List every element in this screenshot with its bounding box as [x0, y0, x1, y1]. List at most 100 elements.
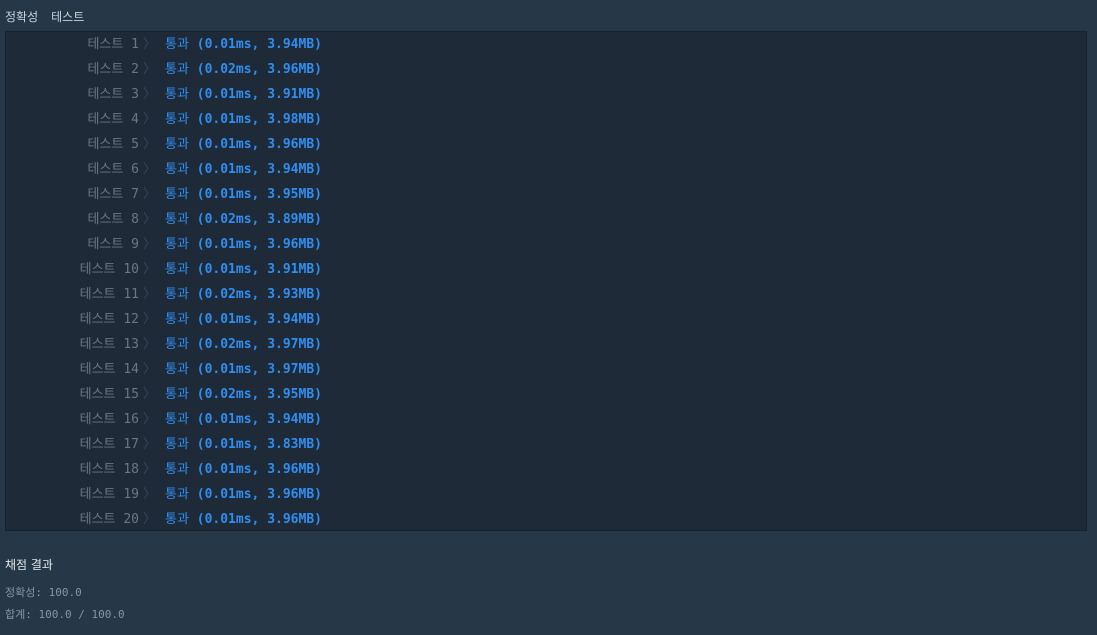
- total-label: 합계: [5, 608, 26, 621]
- paren-open: (: [188, 362, 205, 377]
- test-time: 0.01ms: [204, 412, 252, 427]
- test-time: 0.02ms: [204, 212, 252, 227]
- test-result: 통과 (0.01ms, 3.94MB): [165, 307, 322, 332]
- test-memory: 3.95MB: [267, 187, 315, 202]
- test-label: 테스트 5: [87, 137, 139, 152]
- paren-open: (: [188, 62, 205, 77]
- paren-close: ): [314, 37, 322, 52]
- test-result-row: 테스트 14 〉 통과 (0.01ms, 3.97MB): [6, 357, 1086, 382]
- accuracy-value: 100.0: [48, 586, 82, 599]
- test-result-row: 테스트 18 〉 통과 (0.01ms, 3.96MB): [6, 457, 1086, 482]
- test-label: 테스트 18: [79, 462, 139, 477]
- test-result: 통과 (0.01ms, 3.94MB): [165, 157, 322, 182]
- test-memory: 3.95MB: [267, 387, 315, 402]
- paren-open: (: [188, 462, 205, 477]
- test-memory: 3.97MB: [267, 362, 315, 377]
- chevron-right-icon: 〉: [143, 262, 157, 277]
- test-result: 통과 (0.01ms, 3.91MB): [165, 82, 322, 107]
- comma: ,: [251, 337, 268, 352]
- test-memory: 3.89MB: [267, 212, 315, 227]
- test-memory: 3.94MB: [267, 37, 315, 52]
- test-time: 0.01ms: [204, 487, 252, 502]
- test-memory: 3.96MB: [267, 462, 315, 477]
- chevron-right-icon: 〉: [143, 362, 157, 377]
- chevron-right-icon: 〉: [143, 487, 157, 502]
- comma: ,: [251, 387, 268, 402]
- test-label: 테스트 1: [87, 37, 139, 52]
- test-result-row: 테스트 12 〉 통과 (0.01ms, 3.94MB): [6, 307, 1086, 332]
- comma: ,: [251, 187, 268, 202]
- chevron-right-icon: 〉: [143, 437, 157, 452]
- test-time: 0.01ms: [204, 437, 252, 452]
- test-label: 테스트 11: [79, 287, 139, 302]
- pass-status: 통과: [165, 312, 189, 327]
- paren-open: (: [188, 162, 205, 177]
- test-result: 통과 (0.02ms, 3.97MB): [165, 332, 322, 357]
- pass-status: 통과: [165, 212, 189, 227]
- test-label: 테스트 2: [87, 62, 139, 77]
- paren-close: ): [314, 337, 322, 352]
- test-memory: 3.96MB: [267, 512, 315, 527]
- pass-status: 통과: [165, 62, 189, 77]
- paren-open: (: [188, 212, 205, 227]
- test-memory: 3.97MB: [267, 337, 315, 352]
- test-label: 테스트 6: [87, 162, 139, 177]
- chevron-right-icon: 〉: [143, 312, 157, 327]
- test-time: 0.02ms: [204, 62, 252, 77]
- comma: ,: [251, 437, 268, 452]
- test-time: 0.01ms: [204, 462, 252, 477]
- paren-open: (: [188, 287, 205, 302]
- test-time: 0.01ms: [204, 137, 252, 152]
- chevron-right-icon: 〉: [143, 62, 157, 77]
- test-label: 테스트 17: [79, 437, 139, 452]
- test-result: 통과 (0.01ms, 3.94MB): [165, 32, 322, 57]
- chevron-right-icon: 〉: [143, 162, 157, 177]
- test-result: 통과 (0.01ms, 3.94MB): [165, 407, 322, 432]
- test-label: 테스트 3: [87, 87, 139, 102]
- accuracy-label: 정확성: [5, 586, 36, 599]
- test-result: 통과 (0.01ms, 3.96MB): [165, 132, 322, 157]
- comma: ,: [251, 237, 268, 252]
- paren-close: ): [314, 212, 322, 227]
- comma: ,: [251, 112, 268, 127]
- test-memory: 3.91MB: [267, 87, 315, 102]
- test-label: 테스트 13: [79, 337, 139, 352]
- test-time: 0.01ms: [204, 162, 252, 177]
- test-result: 통과 (0.01ms, 3.98MB): [165, 107, 322, 132]
- test-time: 0.01ms: [204, 237, 252, 252]
- pass-status: 통과: [165, 262, 189, 277]
- paren-open: (: [188, 112, 205, 127]
- paren-close: ): [314, 312, 322, 327]
- comma: ,: [251, 87, 268, 102]
- paren-close: ): [314, 262, 322, 277]
- tab-accuracy[interactable]: 정확성: [5, 10, 38, 24]
- test-memory: 3.98MB: [267, 112, 315, 127]
- paren-close: ): [314, 287, 322, 302]
- test-result-row: 테스트 9 〉 통과 (0.01ms, 3.96MB): [6, 232, 1086, 257]
- test-memory: 3.93MB: [267, 287, 315, 302]
- test-result-row: 테스트 11 〉 통과 (0.02ms, 3.93MB): [6, 282, 1086, 307]
- total-value: 100.0 / 100.0: [38, 608, 125, 621]
- paren-open: (: [188, 337, 205, 352]
- comma: ,: [251, 37, 268, 52]
- test-results-panel: 테스트 1 〉 통과 (0.01ms, 3.94MB) 테스트 2 〉 통과 (0.02m…: [5, 31, 1087, 531]
- total-colon: :: [25, 608, 39, 621]
- pass-status: 통과: [165, 112, 189, 127]
- test-label: 테스트 10: [79, 262, 139, 277]
- paren-open: (: [188, 512, 205, 527]
- paren-close: ): [314, 87, 322, 102]
- accuracy-colon: :: [35, 586, 49, 599]
- test-result-row: 테스트 16 〉 통과 (0.01ms, 3.94MB): [6, 407, 1086, 432]
- chevron-right-icon: 〉: [143, 412, 157, 427]
- test-result-row: 테스트 15 〉 통과 (0.02ms, 3.95MB): [6, 382, 1086, 407]
- test-label: 테스트 20: [79, 512, 139, 527]
- pass-status: 통과: [165, 487, 189, 502]
- test-result: 통과 (0.01ms, 3.96MB): [165, 507, 322, 532]
- test-memory: 3.94MB: [267, 162, 315, 177]
- chevron-right-icon: 〉: [143, 237, 157, 252]
- chevron-right-icon: 〉: [143, 87, 157, 102]
- test-memory: 3.83MB: [267, 437, 315, 452]
- chevron-right-icon: 〉: [143, 462, 157, 477]
- tab-test[interactable]: 테스트: [51, 10, 84, 24]
- test-label: 테스트 16: [79, 412, 139, 427]
